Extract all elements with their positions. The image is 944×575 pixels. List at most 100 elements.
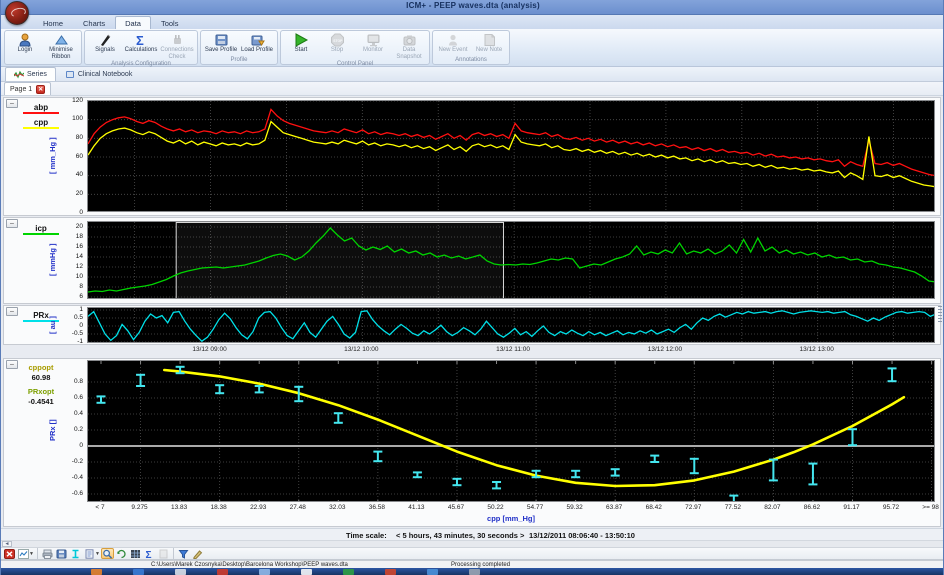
y-tick-label: 0 <box>79 208 83 216</box>
y-tick-label: 0 <box>79 321 83 329</box>
cpp-bin-label: 36.58 <box>368 504 385 511</box>
y-tick-label: -1 <box>77 337 83 345</box>
y-tick-label: 1 <box>79 305 83 313</box>
taskbar-app-icon[interactable] <box>301 569 312 575</box>
cpp-bin-label: 91.17 <box>843 504 860 511</box>
print-button[interactable] <box>41 548 54 559</box>
connections-check-label: Connections Check <box>160 47 194 60</box>
tb-pencil-icon <box>192 549 203 559</box>
y-tick-label: 0.5 <box>73 313 83 321</box>
plot-area[interactable] <box>87 307 935 343</box>
taskbar-app-icon[interactable] <box>133 569 144 575</box>
new-note-label: New Note <box>475 47 503 53</box>
taskbar-app-icon[interactable] <box>175 569 186 575</box>
ribbon-tab-charts[interactable]: Charts <box>73 16 115 29</box>
splitter-grip[interactable] <box>938 306 942 324</box>
monitor-label: Monitor <box>362 47 383 53</box>
notes-button <box>157 548 170 559</box>
ribbon-group-general: Login Minimise Ribbon <box>4 30 82 65</box>
start-label: Start <box>294 47 308 53</box>
plot-area[interactable] <box>87 360 935 502</box>
save-button[interactable] <box>55 548 68 559</box>
y-tick-label: 40 <box>75 171 83 179</box>
tb-notes-icon <box>158 549 169 559</box>
icm-application-window: ICM+ - PEEP waves.dta (analysis) Home Cha… <box>0 0 944 575</box>
y-tick-label: 20 <box>75 189 83 197</box>
y-tick-label: 0.4 <box>73 409 83 417</box>
taskbar-app-icon[interactable] <box>385 569 396 575</box>
y-tick-label: 0.6 <box>73 393 83 401</box>
time-scale-value[interactable]: < 5 hours, 43 minutes, 30 seconds > <box>396 531 524 540</box>
plot-area[interactable] <box>87 100 935 212</box>
horizontal-scrollbar[interactable]: ◄ <box>1 540 943 547</box>
series-icon <box>14 70 24 79</box>
tb-close-icon <box>4 548 15 559</box>
new-event-button: New Event <box>435 32 471 56</box>
plot-area[interactable] <box>87 221 935 299</box>
windows-taskbar[interactable] <box>1 568 943 575</box>
time-scale-label: Time scale: <box>346 531 387 540</box>
monitor-icon <box>365 33 381 47</box>
monitor-button: Monitor <box>355 32 391 60</box>
app-logo-icon[interactable] <box>5 1 29 25</box>
stop-icon: STOP <box>329 33 345 47</box>
zoom-button[interactable] <box>100 548 114 559</box>
page-tab-close-icon[interactable]: ✕ <box>36 84 46 94</box>
start-button[interactable]: Start <box>283 32 319 60</box>
cpp-bin-label: 45.67 <box>447 504 465 511</box>
cpp-bin-label: 95.72 <box>882 504 900 511</box>
title-bar[interactable]: ICM+ - PEEP waves.dta (analysis) <box>1 0 943 15</box>
bottom-toolbar: ▼ ▼ Σ <box>1 547 943 560</box>
minimise-ribbon-button[interactable]: Minimise Ribbon <box>43 32 79 60</box>
window-title: ICM+ - PEEP waves.dta (analysis) <box>406 1 540 10</box>
tb-ibeam-icon <box>70 549 81 559</box>
taskbar-app-icon[interactable] <box>217 569 228 575</box>
view-tab-series[interactable]: Series <box>5 67 56 81</box>
page-view-button-dropdown-icon[interactable]: ▼ <box>95 551 100 557</box>
filter-button[interactable] <box>177 548 190 559</box>
cpp-bin-label: 22.93 <box>250 504 267 511</box>
taskbar-app-icon[interactable] <box>427 569 438 575</box>
save-profile-button[interactable]: Save Profile <box>203 32 239 56</box>
load-profile-label: Load Profile <box>240 47 274 53</box>
annotate-button[interactable] <box>191 548 204 559</box>
signals-icon <box>97 33 113 47</box>
close-button[interactable] <box>3 548 16 559</box>
sigma-button[interactable]: Σ <box>143 548 156 559</box>
calculations-button[interactable]: Σ Calculations <box>123 32 159 60</box>
data-grid-button[interactable] <box>129 548 142 559</box>
y-axis-label: [ au ] <box>48 316 57 334</box>
login-button[interactable]: Login <box>7 32 43 60</box>
taskbar-app-icon[interactable] <box>343 569 354 575</box>
data-snapshot-button: Data Snapshot <box>391 32 427 60</box>
ribbon-group-profile: Save Profile Load Profile Profile <box>200 30 278 65</box>
refresh-button[interactable] <box>115 548 128 559</box>
panel-collapse-button[interactable]: – <box>6 219 18 228</box>
view-tab-clinical-notebook[interactable]: Clinical Notebook <box>56 67 141 81</box>
y-tick-label: 8 <box>79 282 83 290</box>
calculations-label: Calculations <box>124 47 158 53</box>
page-tab[interactable]: Page 1 ✕ <box>4 82 52 95</box>
time-tick-label: 13/12 12:00 <box>647 346 683 353</box>
chart-type-button-dropdown-icon[interactable]: ▼ <box>29 551 34 557</box>
text-marker-button[interactable] <box>69 548 82 559</box>
load-profile-button[interactable]: Load Profile <box>239 32 275 56</box>
page-tab-label: Page 1 <box>10 85 33 93</box>
calculations-icon: Σ <box>133 33 149 47</box>
panel-collapse-button[interactable]: – <box>6 99 18 108</box>
panel-collapse-button[interactable]: – <box>6 307 18 316</box>
cpp-bin-label: < 7 <box>95 504 105 511</box>
selection-region[interactable] <box>175 222 505 300</box>
ribbon-tab-data[interactable]: Data <box>115 16 151 29</box>
y-tick-label: 120 <box>72 96 83 104</box>
notebook-icon <box>65 70 75 79</box>
y-tick-label: -0.4 <box>71 473 83 481</box>
y-tick-label: 12 <box>75 262 83 270</box>
ribbon-tab-tools[interactable]: Tools <box>151 16 189 29</box>
taskbar-app-icon[interactable] <box>469 569 480 575</box>
signals-button[interactable]: Signals <box>87 32 123 60</box>
ribbon-tab-home[interactable]: Home <box>33 16 73 29</box>
taskbar-app-icon[interactable] <box>91 569 102 575</box>
taskbar-app-icon[interactable] <box>259 569 270 575</box>
minimise-ribbon-icon <box>53 33 69 47</box>
